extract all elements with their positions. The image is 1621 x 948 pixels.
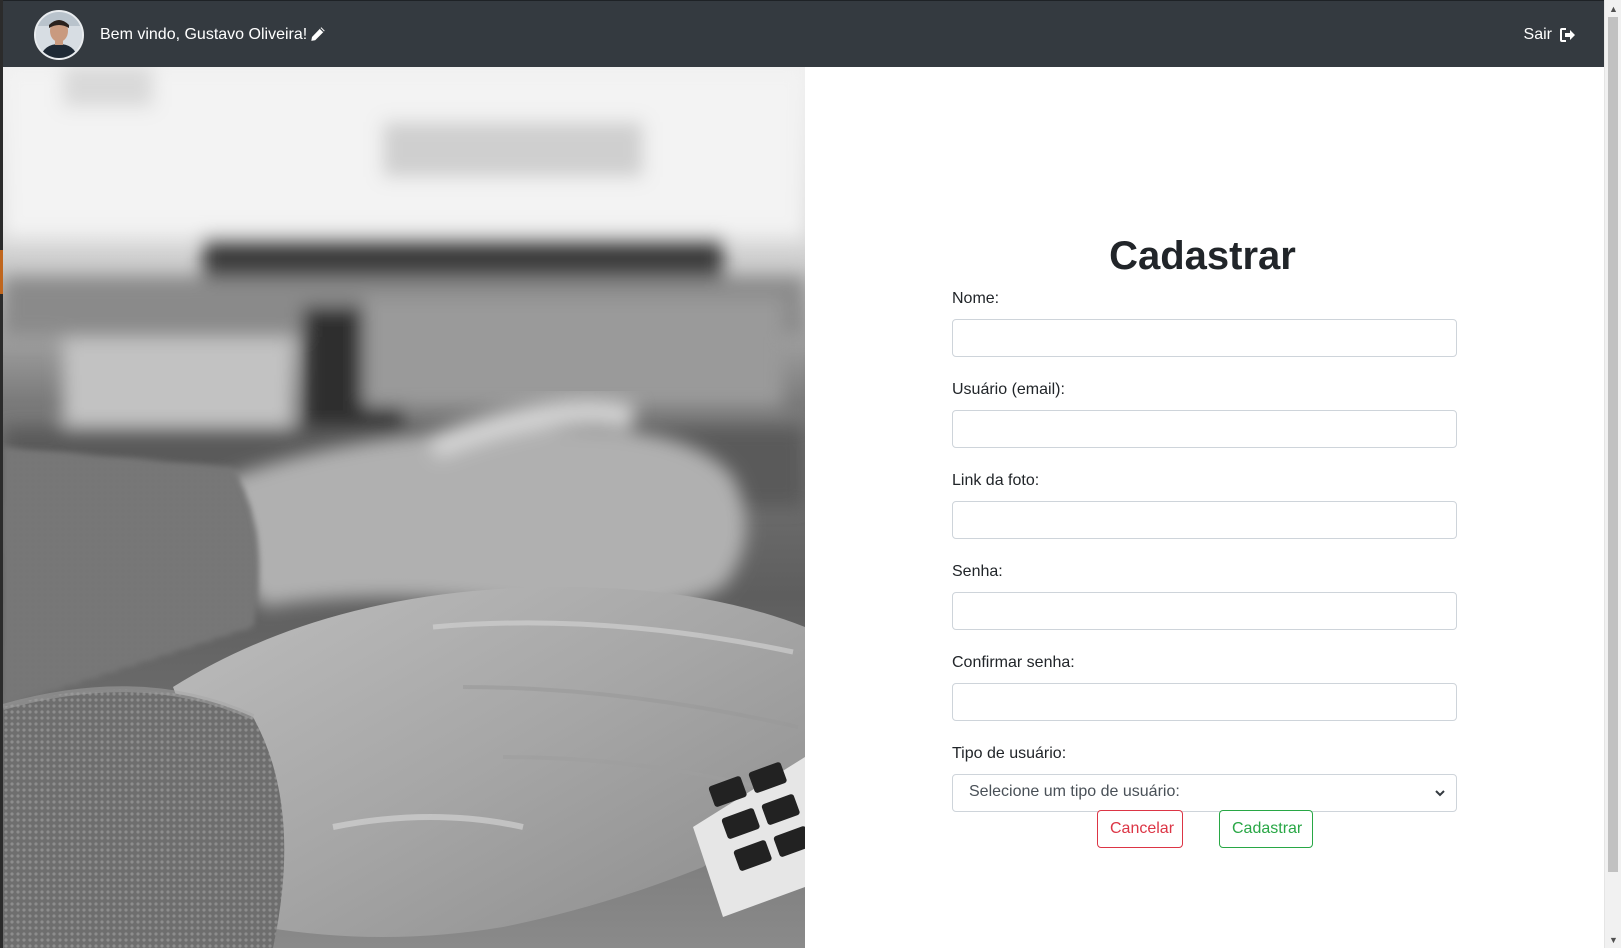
signup-panel: Cadastrar Nome: Usuário (email): Link da… xyxy=(805,67,1604,948)
user-type-select[interactable]: Selecione um tipo de usuário: xyxy=(952,774,1457,812)
email-label: Usuário (email): xyxy=(952,381,1065,398)
photo-link-field[interactable] xyxy=(952,501,1457,539)
confirm-password-field[interactable] xyxy=(952,683,1457,721)
logout-button[interactable]: Sair xyxy=(1524,24,1576,46)
chevron-down-icon xyxy=(1435,790,1445,797)
hero-image xyxy=(3,67,805,948)
form-actions: Cancelar Cadastrar xyxy=(952,810,1457,850)
pencil-icon[interactable] xyxy=(310,26,326,42)
avatar[interactable] xyxy=(34,10,84,60)
typing-hands-photo xyxy=(3,67,805,948)
confirm-password-label: Confirmar senha: xyxy=(952,654,1075,671)
page-title: Cadastrar xyxy=(1109,234,1296,278)
top-navbar: Bem vindo, Gustavo Oliveira! Sair xyxy=(3,0,1604,67)
app-window: Bem vindo, Gustavo Oliveira! Sair Cadast… xyxy=(0,0,1621,948)
scroll-up-arrow-icon[interactable]: ▲ xyxy=(1605,0,1621,17)
vertical-scrollbar[interactable]: ▲ ▼ xyxy=(1604,0,1621,948)
scroll-down-arrow-icon[interactable]: ▼ xyxy=(1605,931,1621,948)
submit-button[interactable]: Cadastrar xyxy=(1219,810,1313,848)
sign-out-icon xyxy=(1560,28,1575,42)
avatar-image xyxy=(36,12,82,58)
cancel-button[interactable]: Cancelar xyxy=(1097,810,1183,848)
user-type-label: Tipo de usuário: xyxy=(952,745,1067,762)
photo-link-label: Link da foto: xyxy=(952,472,1040,489)
logout-label: Sair xyxy=(1523,26,1552,43)
password-label: Senha: xyxy=(952,563,1003,580)
email-field[interactable] xyxy=(952,410,1457,448)
signup-form: Nome: Usuário (email): Link da foto: Sen… xyxy=(952,289,1457,848)
password-field[interactable] xyxy=(952,592,1457,630)
name-label: Nome: xyxy=(952,290,1000,307)
scrollbar-thumb[interactable] xyxy=(1608,17,1618,872)
name-field[interactable] xyxy=(952,319,1457,357)
user-type-selected: Selecione um tipo de usuário: xyxy=(969,783,1180,800)
welcome-message: Bem vindo, Gustavo Oliveira! xyxy=(100,26,308,43)
